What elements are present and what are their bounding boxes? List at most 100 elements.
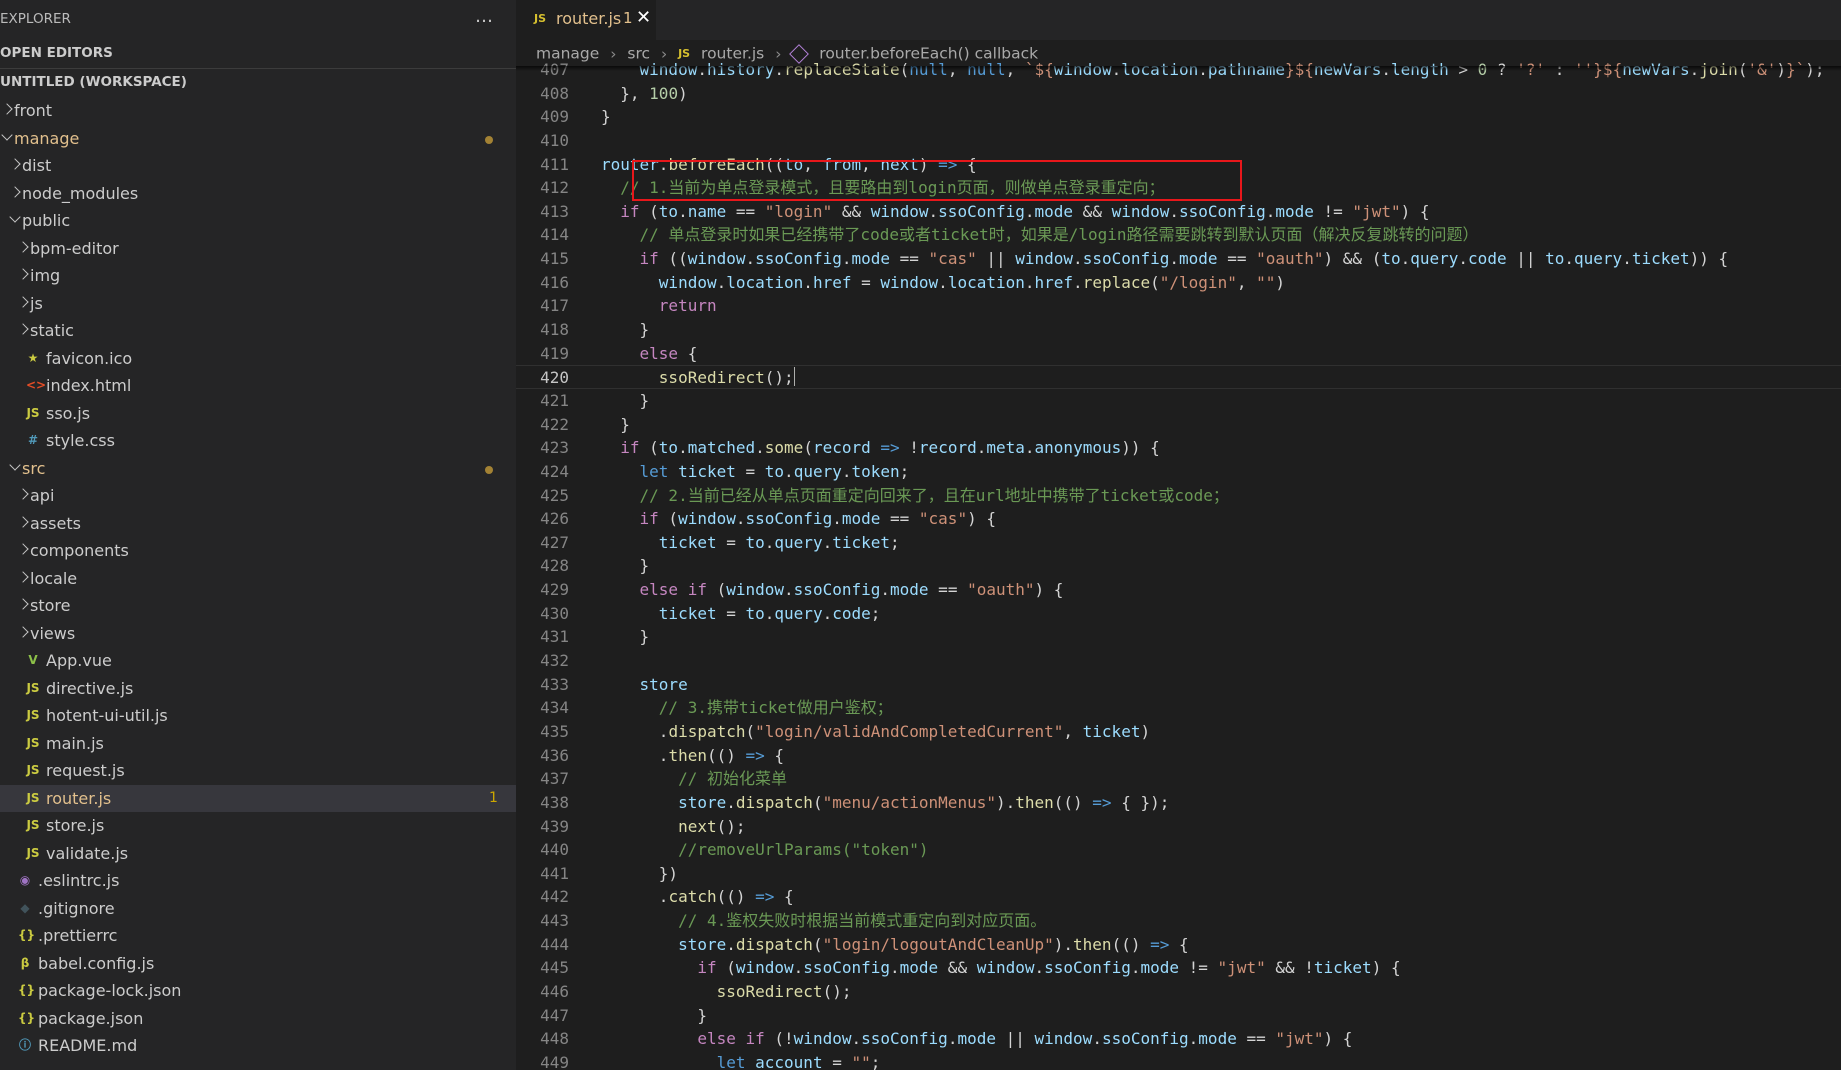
tree-file[interactable]: {} .prettierrc xyxy=(0,922,516,950)
code-line[interactable]: 436 .then(() => { xyxy=(516,744,1841,768)
tree-folder[interactable]: views xyxy=(0,620,516,648)
code-line[interactable]: 431 } xyxy=(516,625,1841,649)
tree-folder[interactable]: dist xyxy=(0,152,516,180)
tree-file[interactable]: JS directive.js xyxy=(0,675,516,703)
open-editors-section[interactable]: OPEN EDITORS xyxy=(0,45,113,61)
tree-folder[interactable]: public xyxy=(0,207,516,235)
code-token: if xyxy=(697,958,717,978)
code-line[interactable]: 417 return xyxy=(516,294,1841,318)
code-line[interactable]: 438 store.dispatch("menu/actionMenus").t… xyxy=(516,791,1841,815)
tree-file[interactable]: JS main.js xyxy=(0,730,516,758)
code-line[interactable]: 423 if (to.matched.some(record => !recor… xyxy=(516,436,1841,460)
tree-file[interactable]: # style.css xyxy=(0,427,516,455)
code-line[interactable]: 445 if (window.ssoConfig.mode && window.… xyxy=(516,956,1841,980)
code-line[interactable]: 449 let account = ""; xyxy=(516,1051,1841,1070)
code-line[interactable]: 437 // 初始化菜单 xyxy=(516,767,1841,791)
code-line[interactable]: 429 else if (window.ssoConfig.mode == "o… xyxy=(516,578,1841,602)
code-line[interactable]: 425 // 2.当前已经从单点页面重定向回来了，且在url地址中携带了tick… xyxy=(516,484,1841,508)
code-line[interactable]: 440 //removeUrlParams("token") xyxy=(516,838,1841,862)
code-line[interactable]: 430 ticket = to.query.code; xyxy=(516,602,1841,626)
code-line[interactable]: 415 if ((window.ssoConfig.mode == "cas" … xyxy=(516,247,1841,271)
code-line[interactable]: 446 ssoRedirect(); xyxy=(516,980,1841,1004)
code-line[interactable]: 442 .catch(() => { xyxy=(516,885,1841,909)
tree-file[interactable]: {} package-lock.json xyxy=(0,977,516,1005)
code-token: ; xyxy=(890,532,900,552)
code-token: . xyxy=(793,958,804,978)
tree-folder[interactable]: manage xyxy=(0,125,516,153)
code-line[interactable]: 413 if (to.name == "login" && window.sso… xyxy=(516,200,1841,224)
code-line[interactable]: 419 else { xyxy=(516,342,1841,366)
tree-file[interactable]: JS sso.js xyxy=(0,400,516,428)
tab-router-js[interactable]: JS router.js 1 ✕ xyxy=(516,0,656,40)
tree-file[interactable]: V App.vue xyxy=(0,647,516,675)
code-line[interactable]: 410 xyxy=(516,129,1841,153)
tree-file[interactable]: <> index.html xyxy=(0,372,516,400)
code-line[interactable]: 418 } xyxy=(516,318,1841,342)
code-line[interactable]: 424 let ticket = to.query.token; xyxy=(516,460,1841,484)
code-line[interactable]: 448 else if (!window.ssoConfig.mode || w… xyxy=(516,1027,1841,1051)
code-token: ssoConfig xyxy=(1101,1029,1189,1049)
code-line[interactable]: 421 } xyxy=(516,389,1841,413)
code-line[interactable]: 447 } xyxy=(516,1004,1841,1028)
code-line[interactable]: 435 .dispatch("login/validAndCompletedCu… xyxy=(516,720,1841,744)
tree-folder[interactable]: front xyxy=(0,97,516,125)
more-actions-icon[interactable]: … xyxy=(475,6,494,27)
tree-folder[interactable]: src xyxy=(0,455,516,483)
code-line[interactable]: 416 window.location.href = window.locati… xyxy=(516,271,1841,295)
tree-folder[interactable]: components xyxy=(0,537,516,565)
code-line[interactable]: 427 ticket = to.query.ticket; xyxy=(516,531,1841,555)
tree-file[interactable]: β babel.config.js xyxy=(0,950,516,978)
code-line[interactable]: 441 }) xyxy=(516,862,1841,886)
tree-folder[interactable]: store xyxy=(0,592,516,620)
tree-folder[interactable]: assets xyxy=(0,510,516,538)
tree-file[interactable]: JS hotent-ui-util.js xyxy=(0,702,516,730)
tree-file[interactable]: JS request.js xyxy=(0,757,516,785)
tree-file[interactable]: JS router.js 1 xyxy=(0,784,516,812)
workspace-section[interactable]: UNTITLED (WORKSPACE) xyxy=(0,74,187,90)
code-token: "login" xyxy=(764,201,833,221)
tree-file[interactable]: ◆ .gitignore xyxy=(0,895,516,923)
code-line[interactable]: 411 router.beforeEach((to, from, next) =>… xyxy=(516,153,1841,177)
tree-folder[interactable]: bpm-editor xyxy=(0,235,516,263)
tree-folder[interactable]: node_modules xyxy=(0,180,516,208)
tree-file[interactable]: {} package.json xyxy=(0,1005,516,1033)
line-number: 428 xyxy=(540,556,569,576)
code-line[interactable]: 414 // 单点登录时如果已经携带了code或者ticket时，如果是/log… xyxy=(516,223,1841,247)
tree-folder[interactable]: img xyxy=(0,262,516,290)
text-cursor xyxy=(793,367,796,387)
code-text: let ticket = to.query.token; xyxy=(601,460,910,484)
code-text: } xyxy=(601,318,650,342)
code-line[interactable]: 439 next(); xyxy=(516,815,1841,839)
line-number: 408 xyxy=(540,83,569,103)
code-line[interactable]: 434 // 3.携带ticket做用户鉴权； xyxy=(516,696,1841,720)
code-text: if (to.matched.some(record => !record.me… xyxy=(601,436,1160,460)
tree-file[interactable]: JS validate.js xyxy=(0,840,516,868)
code-line[interactable]: 432 xyxy=(516,649,1841,673)
tree-file[interactable]: JS store.js xyxy=(0,812,516,840)
code-line[interactable]: 443 // 4.鉴权失败时根据当前模式重定向到对应页面。 xyxy=(516,909,1841,933)
code-line[interactable]: 412 // 1.当前为单点登录模式，且要路由到login页面，则做单点登录重定… xyxy=(516,176,1841,200)
code-line[interactable]: 426 if (window.ssoConfig.mode == "cas") … xyxy=(516,507,1841,531)
tree-folder[interactable]: static xyxy=(0,317,516,345)
code-editor[interactable]: 407 window.history.replaceState(null, nu… xyxy=(516,58,1841,1070)
code-token: ( xyxy=(639,201,659,221)
code-text: else { xyxy=(601,342,698,366)
code-token: mode xyxy=(1140,958,1180,978)
tree-file[interactable]: ◉ .eslintrc.js xyxy=(0,867,516,895)
tree-folder[interactable]: api xyxy=(0,482,516,510)
chevron-down-icon xyxy=(9,211,21,223)
code-line[interactable]: 409} xyxy=(516,105,1841,129)
code-line[interactable]: 420 ssoRedirect(); xyxy=(516,365,1841,389)
code-line[interactable]: 408 }, 100) xyxy=(516,82,1841,106)
tree-folder[interactable]: locale xyxy=(0,565,516,593)
close-icon[interactable]: ✕ xyxy=(636,7,651,28)
tree-folder[interactable]: js xyxy=(0,290,516,318)
code-line[interactable]: 428 } xyxy=(516,554,1841,578)
tree-file[interactable]: ⓘ README.md xyxy=(0,1032,516,1060)
tree-file[interactable]: ★ favicon.ico xyxy=(0,345,516,373)
code-line[interactable]: 422 } xyxy=(516,413,1841,437)
code-line[interactable]: 433 store xyxy=(516,673,1841,697)
code-line[interactable]: 444 store.dispatch("login/logoutAndClean… xyxy=(516,933,1841,957)
